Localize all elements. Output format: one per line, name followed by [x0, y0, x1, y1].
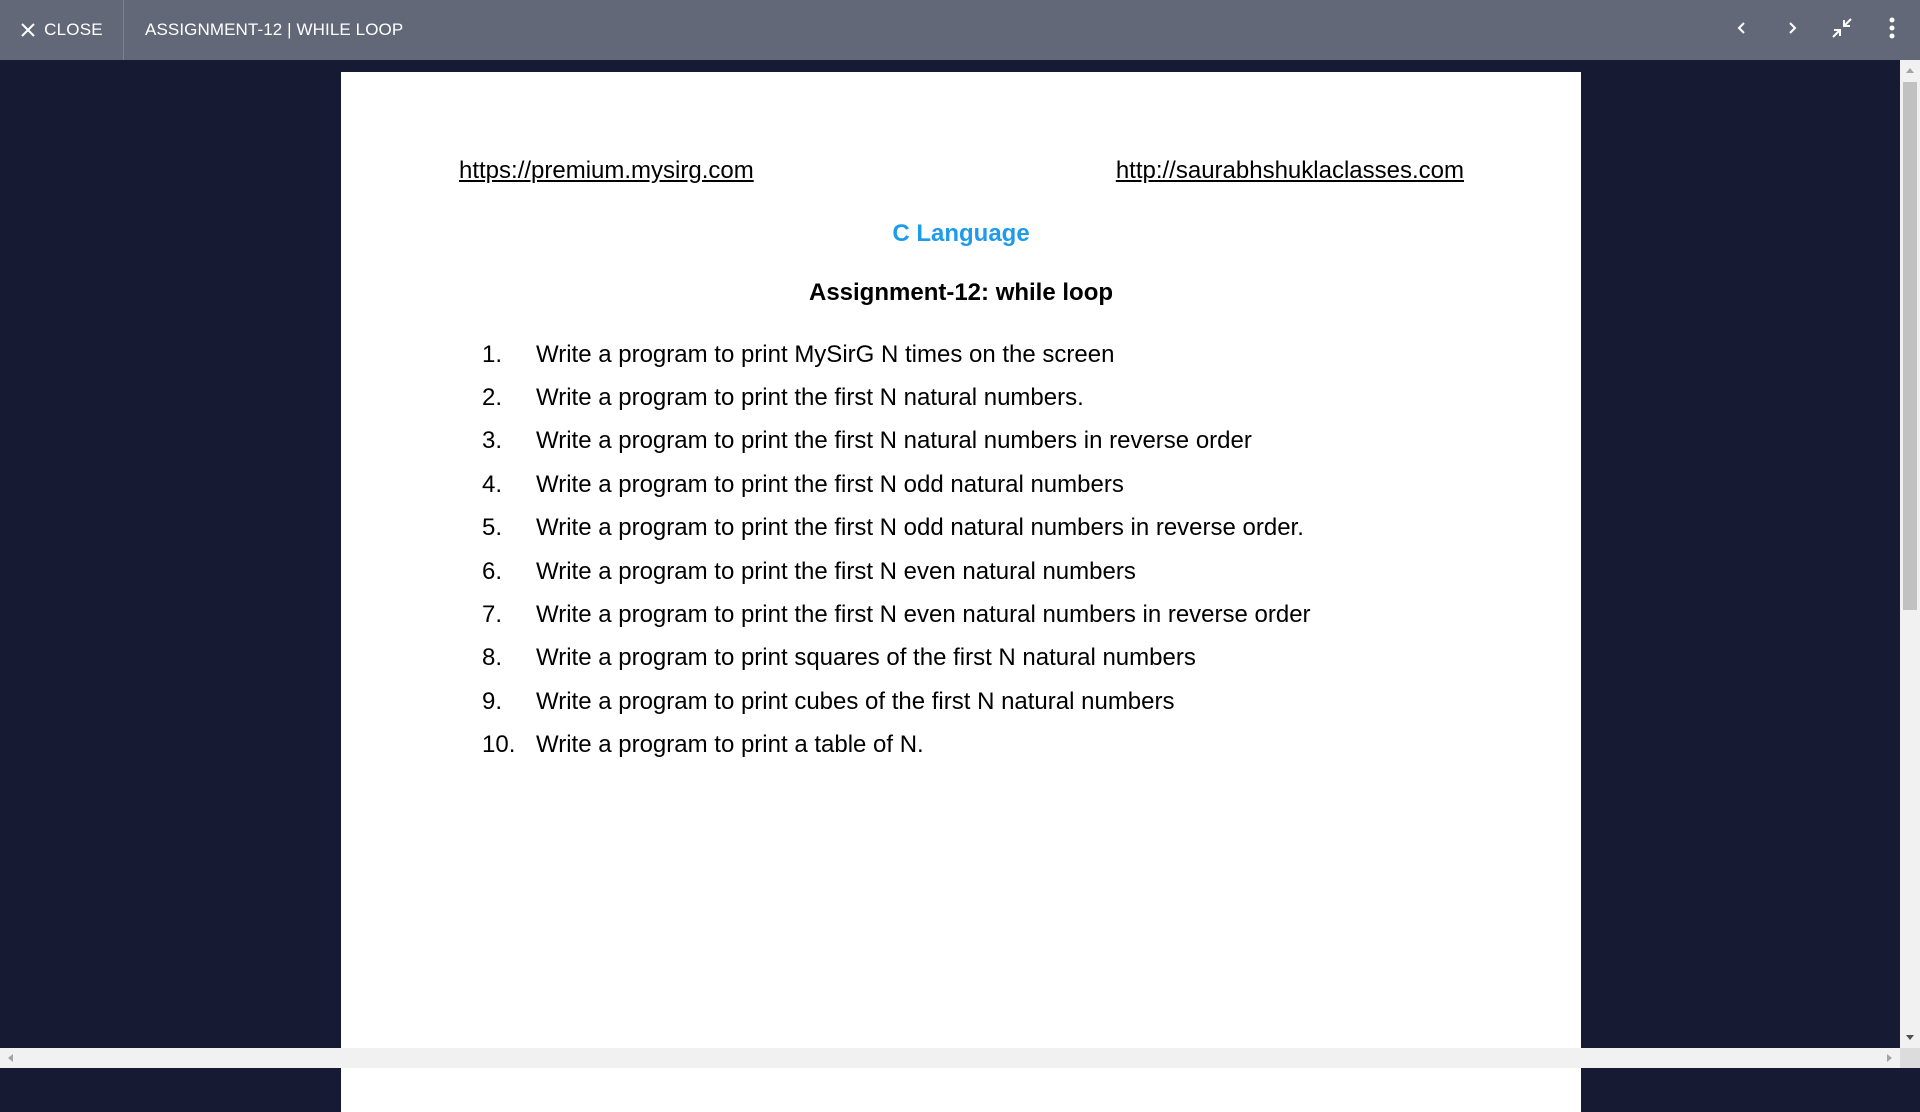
list-item: 2. Write a program to print the first N n… — [482, 376, 1311, 419]
document-subject: C Language — [892, 220, 1030, 247]
scroll-right-arrow-icon[interactable] — [1882, 1048, 1898, 1068]
chevron-left-icon — [1734, 20, 1750, 41]
list-item: 6. Write a program to print the first N e… — [482, 550, 1311, 593]
document-title: ASSIGNMENT-12 | WHILE LOOP — [145, 20, 404, 39]
scroll-left-arrow-icon[interactable] — [2, 1048, 18, 1068]
vertical-scrollbar[interactable] — [1900, 60, 1920, 1048]
exit-fullscreen-icon — [1831, 17, 1853, 44]
question-text: Write a program to print cubes of the fi… — [536, 687, 1175, 715]
question-number: 7. — [482, 601, 503, 629]
question-number: 10. — [482, 731, 516, 759]
classes-link[interactable]: http://saurabhshuklaclasses.com — [1116, 157, 1464, 185]
question-number: 1. — [482, 340, 503, 368]
more-options-button[interactable] — [1878, 16, 1906, 44]
question-text: Write a program to print squares of the … — [536, 644, 1196, 672]
question-number: 6. — [482, 557, 503, 585]
document-viewer: https://premium.mysirg.com http://saurab… — [0, 60, 1920, 1112]
question-text: Write a program to print the first N eve… — [536, 557, 1136, 585]
question-number: 4. — [482, 470, 503, 498]
header-links: https://premium.mysirg.com http://saurab… — [459, 157, 1464, 185]
list-item: 3. Write a program to print the first N n… — [482, 420, 1311, 463]
question-text: Write a program to print the first N odd… — [536, 470, 1124, 498]
scrollbar-corner — [1900, 1048, 1920, 1068]
chevron-right-icon — [1784, 20, 1800, 41]
question-list: 1. Write a program to print MySirG N time… — [482, 333, 1311, 767]
question-number: 5. — [482, 514, 503, 542]
scroll-down-arrow-icon[interactable] — [1900, 1030, 1920, 1046]
close-icon — [20, 22, 36, 38]
question-text: Write a program to print a table of N. — [536, 731, 924, 759]
list-item: 5. Write a program to print the first N o… — [482, 507, 1311, 550]
topbar-actions — [1728, 0, 1906, 60]
list-item: 8. Write a program to print squares of th… — [482, 637, 1311, 680]
close-button[interactable]: CLOSE — [0, 0, 124, 60]
question-number: 8. — [482, 644, 503, 672]
question-number: 3. — [482, 427, 503, 455]
assignment-title: Assignment-12: while loop — [808, 279, 1114, 306]
question-text: Write a program to print the first N nat… — [536, 384, 1084, 412]
list-item: 9. Write a program to print cubes of the … — [482, 680, 1311, 723]
question-text: Write a program to print the first N nat… — [536, 427, 1252, 455]
close-button-label: CLOSE — [44, 20, 103, 39]
question-text: Write a program to print MySirG N times … — [536, 340, 1115, 368]
list-item: 4. Write a program to print the first N o… — [482, 463, 1311, 506]
list-item: 7. Write a program to print the first N e… — [482, 593, 1311, 636]
document-page: https://premium.mysirg.com http://saurab… — [341, 72, 1581, 1112]
next-button[interactable] — [1778, 16, 1806, 44]
horizontal-scrollbar[interactable] — [0, 1048, 1900, 1068]
premium-link[interactable]: https://premium.mysirg.com — [459, 157, 754, 185]
exit-fullscreen-button[interactable] — [1828, 16, 1856, 44]
previous-button[interactable] — [1728, 16, 1756, 44]
top-bar: CLOSE ASSIGNMENT-12 | WHILE LOOP — [0, 0, 1920, 60]
list-item: 1. Write a program to print MySirG N time… — [482, 333, 1311, 376]
more-vertical-icon — [1888, 16, 1896, 45]
question-text: Write a program to print the first N eve… — [536, 601, 1311, 629]
question-number: 2. — [482, 384, 503, 412]
scroll-up-arrow-icon[interactable] — [1900, 62, 1920, 78]
question-number: 9. — [482, 687, 503, 715]
vertical-scrollbar-thumb[interactable] — [1903, 82, 1917, 610]
list-item: 10. Write a program to print a table of N… — [482, 724, 1311, 767]
question-text: Write a program to print the first N odd… — [536, 514, 1304, 542]
